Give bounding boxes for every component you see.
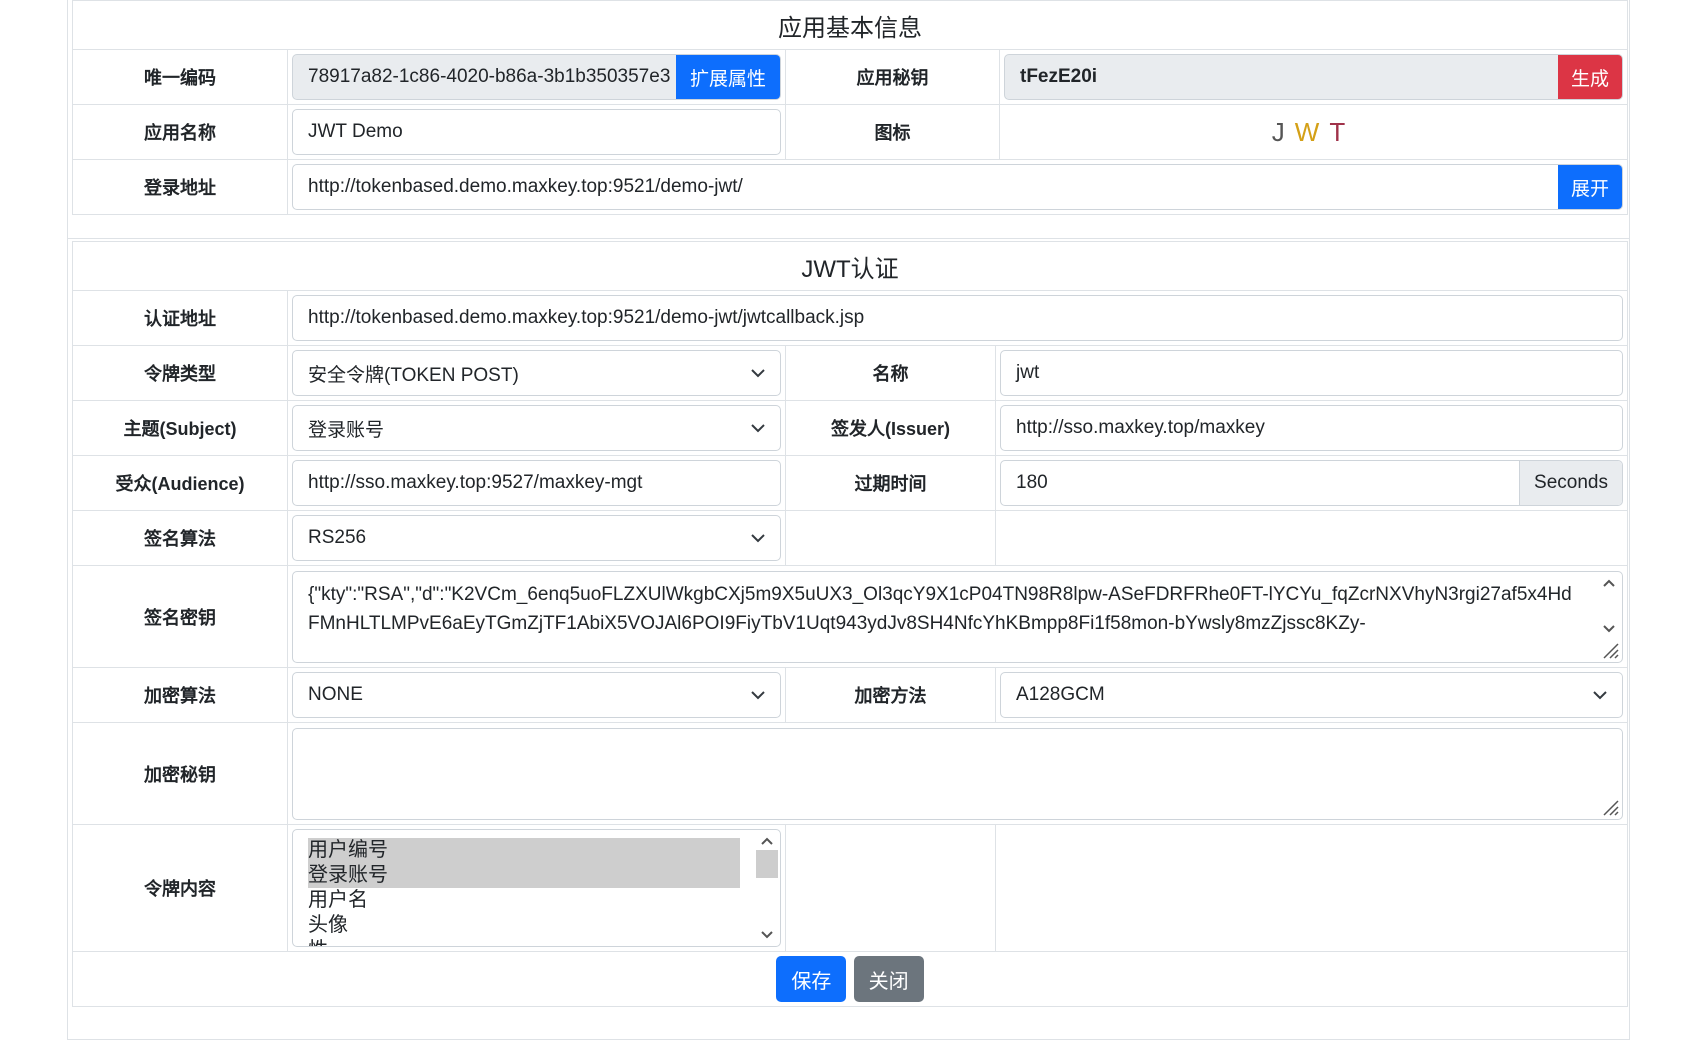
subject-label: 主题(Subject) [72, 400, 288, 456]
subject-select[interactable]: 登录账号 [292, 405, 781, 451]
basic-info-title: 应用基本信息 [72, 0, 1628, 50]
app-icon: JWT [999, 104, 1628, 160]
icon-label: 图标 [785, 104, 1000, 160]
unique-code-label: 唯一编码 [72, 49, 288, 105]
action-bar: 保存 关闭 [72, 951, 1628, 1007]
claims-label: 令牌内容 [72, 824, 288, 952]
expires-value: 180 [1016, 472, 1048, 493]
app-secret-field: tFezE20i 生成 [1004, 54, 1623, 100]
claims-option[interactable]: 用户编号 [308, 838, 740, 863]
enc-method-label: 加密方法 [785, 667, 996, 723]
empty-cell [785, 510, 996, 566]
jwt-auth-title: JWT认证 [72, 241, 1628, 291]
chevron-down-icon [736, 673, 780, 717]
enc-key-label: 加密秘钥 [72, 722, 288, 825]
scroll-up-icon[interactable] [760, 836, 774, 846]
resize-grip-icon[interactable] [1598, 638, 1620, 660]
issuer-input[interactable]: http://sso.maxkey.top/maxkey [1000, 405, 1623, 451]
audience-value: http://sso.maxkey.top:9527/maxkey-mgt [308, 472, 643, 493]
claims-option[interactable]: 登录账号 [308, 863, 740, 888]
app-name-value: JWT Demo [308, 121, 403, 142]
expires-label: 过期时间 [785, 455, 996, 511]
claims-multiselect[interactable]: 用户编号 登录账号 用户名 头像 性 [292, 829, 781, 947]
enc-key-textarea[interactable] [292, 727, 1623, 820]
empty-cell [785, 824, 996, 952]
close-button[interactable]: 关闭 [853, 956, 924, 1002]
chevron-down-icon [736, 516, 780, 560]
enc-alg-select[interactable]: NONE [292, 672, 781, 718]
enc-alg-value: NONE [308, 684, 363, 705]
scroll-thumb[interactable] [756, 850, 778, 878]
login-url-input[interactable]: http://tokenbased.demo.maxkey.top:9521/d… [292, 164, 1623, 210]
issuer-value: http://sso.maxkey.top/maxkey [1016, 417, 1265, 438]
generate-secret-button[interactable]: 生成 [1558, 55, 1622, 99]
auth-url-input[interactable]: http://tokenbased.demo.maxkey.top:9521/d… [292, 295, 1623, 341]
enc-alg-label: 加密算法 [72, 667, 288, 723]
scroll-down-icon[interactable] [760, 930, 774, 940]
section-divider [67, 215, 1630, 239]
extend-attributes-button[interactable]: 扩展属性 [675, 55, 780, 99]
claims-option[interactable]: 性 [308, 938, 740, 946]
subject-value: 登录账号 [308, 419, 385, 441]
sign-key-value: {"kty":"RSA","d":"K2VCm_6enq5uoFLZXUlWkg… [308, 583, 1572, 634]
expires-input[interactable]: 180 Seconds [1000, 460, 1623, 506]
basic-info-table: 应用基本信息 唯一编码 78917a82-1c86-4020-b86a-3b1b… [72, 0, 1628, 215]
icon-letter-w: W [1294, 116, 1330, 147]
form-container: 应用基本信息 唯一编码 78917a82-1c86-4020-b86a-3b1b… [67, 0, 1630, 1040]
login-url-value: http://tokenbased.demo.maxkey.top:9521/d… [308, 176, 743, 197]
chevron-down-icon [736, 351, 780, 395]
unique-code-value: 78917a82-1c86-4020-b86a-3b1b350357e3 [308, 66, 671, 87]
scroll-down-icon[interactable] [1602, 624, 1616, 634]
app-secret-value: tFezE20i [1020, 66, 1098, 87]
sign-key-textarea[interactable]: {"kty":"RSA","d":"K2VCm_6enq5uoFLZXUlWkg… [292, 570, 1623, 663]
audience-label: 受众(Audience) [72, 455, 288, 511]
enc-method-select[interactable]: A128GCM [1000, 672, 1623, 718]
token-name-input[interactable]: jwt [1000, 350, 1623, 396]
app-name-input[interactable]: JWT Demo [292, 109, 781, 155]
token-name-label: 名称 [785, 345, 996, 401]
icon-letter-j: J [1271, 116, 1295, 147]
token-name-value: jwt [1016, 362, 1040, 383]
auth-url-label: 认证地址 [72, 290, 288, 346]
claims-option[interactable]: 用户名 [308, 888, 740, 913]
unique-code-field: 78917a82-1c86-4020-b86a-3b1b350357e3 扩展属… [292, 54, 781, 100]
issuer-label: 签发人(Issuer) [785, 400, 996, 456]
claims-option[interactable]: 头像 [308, 913, 740, 938]
token-type-select[interactable]: 安全令牌(TOKEN POST) [292, 350, 781, 396]
empty-cell [995, 824, 1628, 952]
scroll-up-icon[interactable] [1602, 578, 1616, 588]
sign-alg-value: RS256 [308, 527, 367, 548]
token-type-value: 安全令牌(TOKEN POST) [308, 364, 519, 386]
icon-letter-t: T [1329, 116, 1356, 147]
listbox-scrollbar[interactable] [756, 832, 778, 944]
token-type-label: 令牌类型 [72, 345, 288, 401]
enc-method-value: A128GCM [1016, 684, 1105, 705]
app-secret-label: 应用秘钥 [785, 49, 1000, 105]
app-name-label: 应用名称 [72, 104, 288, 160]
resize-grip-icon[interactable] [1598, 795, 1620, 817]
login-url-label: 登录地址 [72, 159, 288, 215]
chevron-down-icon [736, 406, 780, 450]
empty-cell [995, 510, 1628, 566]
jwt-auth-table: JWT认证 认证地址 http://tokenbased.demo.maxkey… [72, 241, 1628, 1007]
audience-input[interactable]: http://sso.maxkey.top:9527/maxkey-mgt [292, 460, 781, 506]
sign-alg-label: 签名算法 [72, 510, 288, 566]
expires-unit-addon: Seconds [1519, 461, 1622, 505]
sign-key-label: 签名密钥 [72, 565, 288, 668]
save-button[interactable]: 保存 [776, 956, 847, 1002]
sign-alg-select[interactable]: RS256 [292, 515, 781, 561]
chevron-down-icon [1578, 673, 1622, 717]
auth-url-value: http://tokenbased.demo.maxkey.top:9521/d… [308, 307, 865, 328]
expand-button[interactable]: 展开 [1558, 165, 1622, 209]
